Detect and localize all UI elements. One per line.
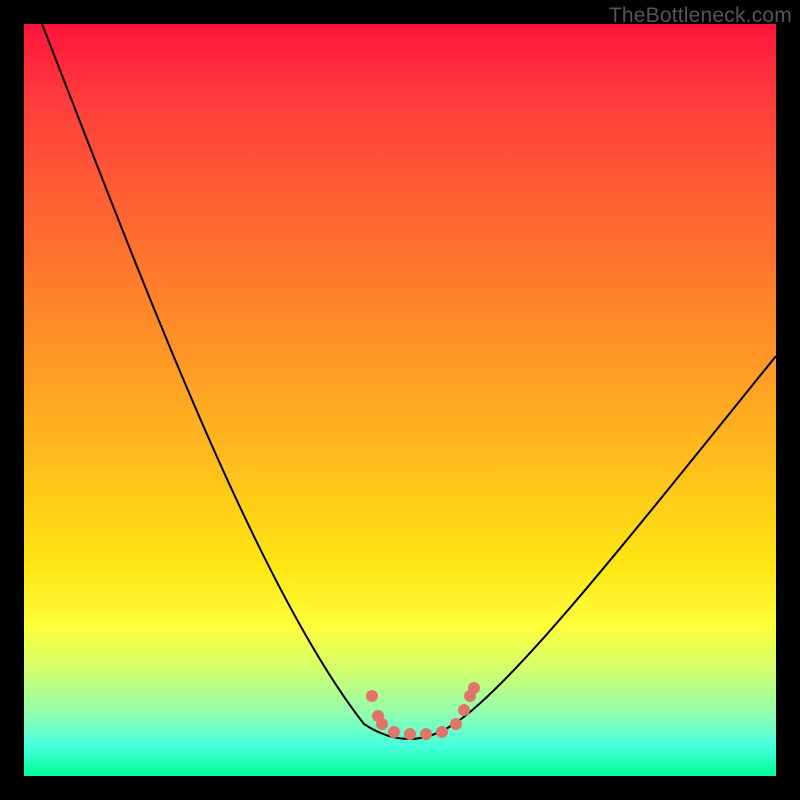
curve-marker (404, 728, 416, 740)
curve-marker (458, 704, 470, 716)
curve-marker (436, 726, 448, 738)
curve-marker (366, 690, 378, 702)
curve-marker (450, 718, 462, 730)
curve-marker (468, 682, 480, 694)
curve-marker (388, 726, 400, 738)
curve-marker (376, 718, 388, 730)
plot-gradient-area (24, 24, 776, 776)
chart-frame: TheBottleneck.com (0, 0, 800, 800)
curve-svg (24, 24, 776, 776)
marker-group (366, 682, 480, 740)
curve-marker (420, 728, 432, 740)
bottleneck-curve-path (42, 24, 776, 739)
